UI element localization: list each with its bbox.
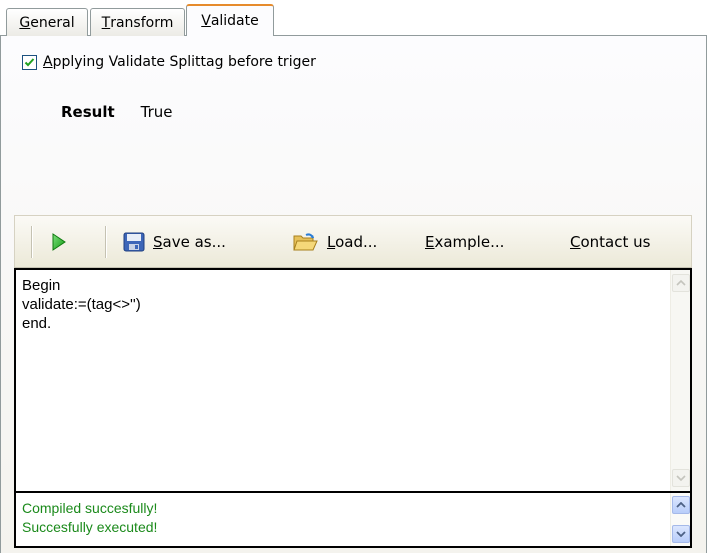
save-as-text: ave as... bbox=[162, 233, 226, 251]
tab-validate-label: alidate bbox=[210, 13, 259, 29]
apply-validate-mnemonic: A bbox=[43, 54, 53, 70]
result-label: Result bbox=[61, 103, 115, 121]
tab-general-mnemonic: G bbox=[19, 14, 31, 31]
apply-validate-text: pplying Validate Splittag before triger bbox=[52, 54, 316, 70]
example-button[interactable]: Example... bbox=[425, 228, 504, 256]
save-as-mnemonic: S bbox=[153, 233, 163, 251]
contact-us-mnemonic: C bbox=[570, 233, 581, 251]
tab-transform-mnemonic: T bbox=[101, 14, 111, 31]
editor-scroll-down-button[interactable] bbox=[672, 469, 690, 487]
save-as-label: Save as... bbox=[153, 233, 226, 251]
load-label: Load... bbox=[327, 233, 377, 251]
apply-validate-checkbox[interactable] bbox=[22, 54, 37, 70]
output-scroll-up-button[interactable] bbox=[672, 496, 690, 514]
output-scroll-down-button[interactable] bbox=[672, 525, 690, 543]
example-text: xample... bbox=[434, 233, 505, 251]
output-line: Succesfully executed! bbox=[22, 519, 158, 535]
result-value: True bbox=[140, 103, 173, 121]
floppy-disk-icon bbox=[123, 232, 145, 252]
script-editor[interactable]: Begin validate:=(tag<>'') end. bbox=[14, 268, 692, 493]
folder-open-icon bbox=[293, 233, 318, 251]
tab-general-label: eneral bbox=[30, 14, 75, 31]
script-code[interactable]: Begin validate:=(tag<>'') end. bbox=[22, 276, 141, 333]
save-as-button[interactable]: Save as... bbox=[123, 228, 226, 256]
output-scrollbar[interactable] bbox=[670, 493, 690, 546]
contact-us-button[interactable]: Contact us bbox=[570, 228, 650, 256]
tab-transform-label: ransform bbox=[110, 14, 174, 31]
tab-strip: General Transform Validate bbox=[0, 0, 707, 36]
toolbar: Save as... Load... Example... Contact us bbox=[14, 215, 692, 268]
editor-scroll-up-button[interactable] bbox=[672, 274, 690, 292]
checkmark-icon bbox=[24, 57, 35, 66]
contact-us-label: Contact us bbox=[570, 233, 650, 251]
load-mnemonic: L bbox=[327, 233, 336, 251]
tab-general[interactable]: General bbox=[6, 8, 88, 36]
toolbar-grip[interactable] bbox=[31, 226, 33, 258]
chevron-down-icon bbox=[676, 475, 686, 481]
example-label: Example... bbox=[425, 233, 504, 251]
load-text: oad... bbox=[335, 233, 378, 251]
tab-validate-mnemonic: V bbox=[201, 13, 211, 29]
tab-transform[interactable]: Transform bbox=[90, 8, 185, 36]
editor-scrollbar[interactable] bbox=[670, 270, 690, 491]
chevron-down-icon bbox=[676, 531, 686, 537]
apply-validate-label: Applying Validate Splittag before triger bbox=[43, 54, 316, 70]
chevron-up-icon bbox=[676, 280, 686, 286]
toolbar-separator bbox=[105, 226, 107, 258]
apply-validate-option[interactable]: Applying Validate Splittag before triger bbox=[22, 54, 316, 70]
result-row: Result True bbox=[61, 103, 173, 121]
run-button[interactable] bbox=[51, 228, 67, 256]
output-lines: Compiled succesfully! Succesfully execut… bbox=[22, 499, 157, 537]
output-log[interactable]: Compiled succesfully! Succesfully execut… bbox=[14, 493, 692, 548]
tab-validate[interactable]: Validate bbox=[186, 4, 274, 36]
contact-us-text: ontact us bbox=[580, 233, 651, 251]
play-icon bbox=[52, 233, 66, 251]
output-line: Compiled succesfully! bbox=[22, 500, 158, 516]
load-button[interactable]: Load... bbox=[293, 228, 377, 256]
chevron-up-icon bbox=[676, 502, 686, 508]
